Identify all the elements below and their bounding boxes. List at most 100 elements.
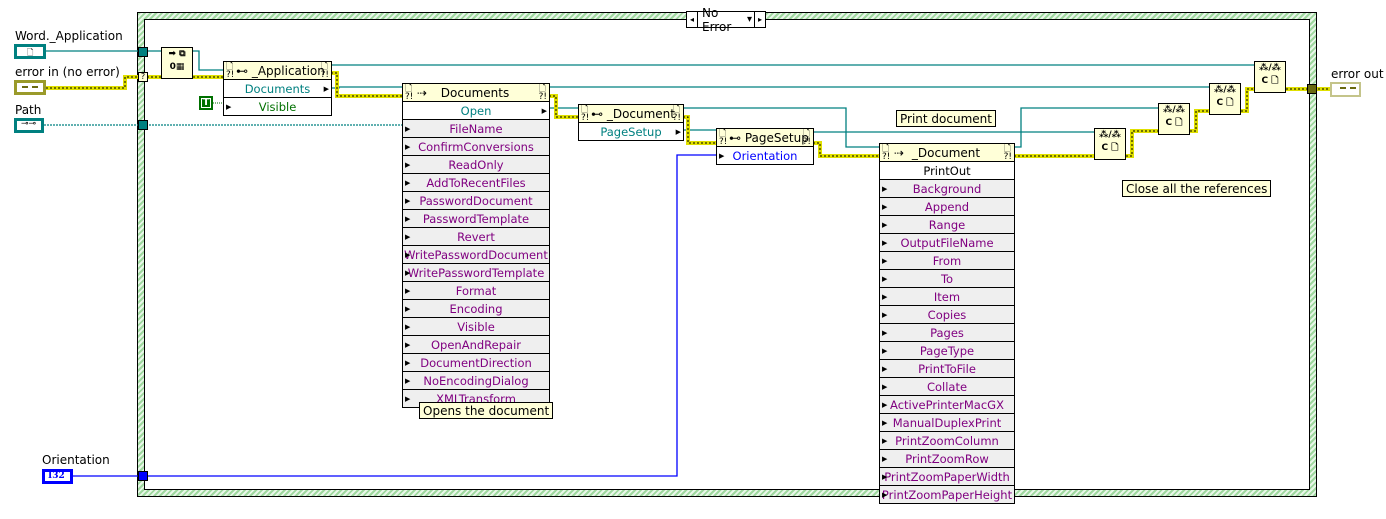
property-visible[interactable]: ▶ Visible (224, 98, 331, 115)
error-out-tunnel[interactable] (1307, 84, 1317, 94)
input-terminal-icon: ▶ (405, 340, 411, 349)
node-title: _Document (911, 145, 981, 160)
parameter-row[interactable]: ▶ PasswordDocument (403, 192, 549, 210)
parameter-name: DocumentDirection (420, 355, 532, 370)
invoke-node-icon: ⇢ (417, 85, 428, 100)
printout-invoke-node[interactable]: 🗋?! ⇢ _Document 🗋?! PrintOut ▶ Background ▶ Ap… (879, 143, 1015, 504)
input-terminal-icon: ▶ (882, 220, 888, 229)
property-node-icon: ⊷ (236, 63, 252, 78)
property-pagesetup[interactable]: PageSetup ▶ (579, 123, 683, 140)
input-terminal-icon: ▶ (882, 346, 888, 355)
comment-print: Print document (896, 110, 996, 127)
close-reference-2[interactable]: ⁂/⁂ C 🗋 (1158, 103, 1190, 135)
parameter-row[interactable]: ▶ Visible (403, 318, 549, 336)
parameter-row[interactable]: ▶ PrintToFile (880, 360, 1014, 378)
parameter-row[interactable]: ▶ Collate (880, 378, 1014, 396)
parameter-row[interactable]: ▶ OutputFileName (880, 234, 1014, 252)
input-terminal-icon: ▶ (405, 232, 411, 241)
parameter-row[interactable]: ▶ Revert (403, 228, 549, 246)
input-terminal-icon: ▶ (882, 490, 888, 499)
parameter-row[interactable]: ▶ FileName (403, 120, 549, 138)
method-open[interactable]: Open ▶ (403, 102, 549, 120)
close-reference-1[interactable]: ⁂/⁂ C 🗋 (1094, 128, 1126, 160)
parameter-name: Range (928, 217, 966, 232)
input-terminal-icon: ▶ (882, 364, 888, 373)
parameter-row[interactable]: ▶ OpenAndRepair (403, 336, 549, 354)
parameter-row[interactable]: ▶ PasswordTemplate (403, 210, 549, 228)
parameter-row[interactable]: ▶ WritePasswordDocument (403, 246, 549, 264)
refnum-wire (331, 86, 402, 89)
parameter-row[interactable]: ▶ Append (880, 198, 1014, 216)
input-terminal-icon: ▶ (882, 418, 888, 427)
parameter-name: FileName (449, 121, 503, 136)
parameter-name: AddToRecentFiles (426, 175, 526, 190)
parameter-row[interactable]: ▶ PrintZoomColumn (880, 432, 1014, 450)
parameter-row[interactable]: ▶ ActivePrinterMacGX (880, 396, 1014, 414)
parameter-row[interactable]: ▶ PrintZoomPaperWidth (880, 468, 1014, 486)
input-terminal-icon: ▶ (405, 142, 411, 151)
parameter-row[interactable]: ▶ ConfirmConversions (403, 138, 549, 156)
input-terminal-icon: ▶ (882, 292, 888, 301)
property-orientation[interactable]: ▶ Orientation (717, 147, 813, 164)
node-title: Documents (440, 85, 510, 100)
orientation-label: Orientation (42, 453, 110, 467)
pagesetup-property-node[interactable]: 🗋?! ⊷ PageSetup 🗋?! ▶ Orientation (716, 128, 814, 165)
parameter-name: ConfirmConversions (418, 139, 534, 154)
property-node-icon: ⊷ (591, 106, 607, 121)
parameter-row[interactable]: ▶ DocumentDirection (403, 354, 549, 372)
parameter-row[interactable]: ▶ NoEncodingDialog (403, 372, 549, 390)
error-out-indicator[interactable] (1330, 82, 1361, 97)
true-constant[interactable]: T (199, 96, 213, 110)
orientation-control[interactable]: I32 (42, 469, 73, 484)
parameter-row[interactable]: ▶ Pages (880, 324, 1014, 342)
parameter-row[interactable]: ▶ AddToRecentFiles (403, 174, 549, 192)
parameter-row[interactable]: ▶ ManualDuplexPrint (880, 414, 1014, 432)
parameter-name: NoEncodingDialog (423, 373, 529, 388)
error-in-label: error in (no error) (15, 65, 120, 79)
close-reference-4[interactable]: ⁂/⁂ C 🗋 (1254, 61, 1286, 93)
parameter-row[interactable]: ▶ ReadOnly (403, 156, 549, 174)
path-tunnel[interactable] (138, 120, 148, 130)
parameter-row[interactable]: ▶ Background (880, 180, 1014, 198)
parameter-row[interactable]: ▶ Range (880, 216, 1014, 234)
error-in-control[interactable] (14, 80, 46, 95)
close-reference-icon: ⁂/⁂ (1163, 105, 1185, 115)
parameter-name: ReadOnly (448, 157, 504, 172)
input-terminal-icon: ▶ (882, 454, 888, 463)
refnum-tunnel[interactable] (138, 47, 148, 57)
parameter-row[interactable]: ▶ Item (880, 288, 1014, 306)
parameter-row[interactable]: ▶ WritePasswordTemplate (403, 264, 549, 282)
word-application-control[interactable]: 🗋 (14, 44, 46, 59)
open-automation-function[interactable]: ➡ ⧉ 0▦ (161, 47, 193, 79)
close-reference-3[interactable]: ⁂/⁂ C 🗋 (1209, 83, 1241, 115)
orientation-tunnel[interactable] (138, 471, 148, 481)
parameter-row[interactable]: ▶ PageType (880, 342, 1014, 360)
parameter-name: To (940, 271, 954, 286)
parameter-row[interactable]: ▶ PrintZoomRow (880, 450, 1014, 468)
parameter-row[interactable]: ▶ From (880, 252, 1014, 270)
parameter-name: From (932, 253, 962, 268)
document-property-node[interactable]: 🗋?! ⊷ _Document 🗋?! PageSetup ▶ (578, 104, 684, 141)
property-documents[interactable]: Documents ▶ (224, 80, 331, 98)
parameter-row[interactable]: ▶ Copies (880, 306, 1014, 324)
documents-invoke-node[interactable]: 🗋?! ⇢ Documents 🗋?! Open ▶ ▶ FileName ▶ Confirm… (402, 83, 550, 408)
parameter-row[interactable]: ▶ Format (403, 282, 549, 300)
word-application-label: Word._Application (15, 29, 123, 43)
parameter-name: Item (933, 289, 961, 304)
parameter-row[interactable]: ▶ Encoding (403, 300, 549, 318)
application-property-node[interactable]: 🗋?! ⊷ _Application 🗋?! Documents ▶ ▶ Visible (223, 61, 332, 116)
path-label: Path (15, 103, 42, 117)
input-terminal-icon: ▶ (405, 394, 411, 403)
case-selector-terminal[interactable]: ? (138, 72, 148, 82)
orientation-wire (72, 154, 716, 477)
parameter-row[interactable]: ▶ PrintZoomPaperHeight (880, 486, 1014, 503)
method-printout[interactable]: PrintOut (880, 162, 1014, 180)
parameter-name: PageType (919, 343, 975, 358)
path-control[interactable]: ⊸⊸ (14, 118, 44, 133)
parameter-name: Pages (930, 325, 964, 340)
error-out-label: error out (1331, 67, 1384, 81)
parameter-row[interactable]: ▶ To (880, 270, 1014, 288)
input-terminal-icon: ▶ (882, 310, 888, 319)
parameter-name: Copies (927, 307, 967, 322)
parameter-name: Visible (457, 319, 495, 334)
